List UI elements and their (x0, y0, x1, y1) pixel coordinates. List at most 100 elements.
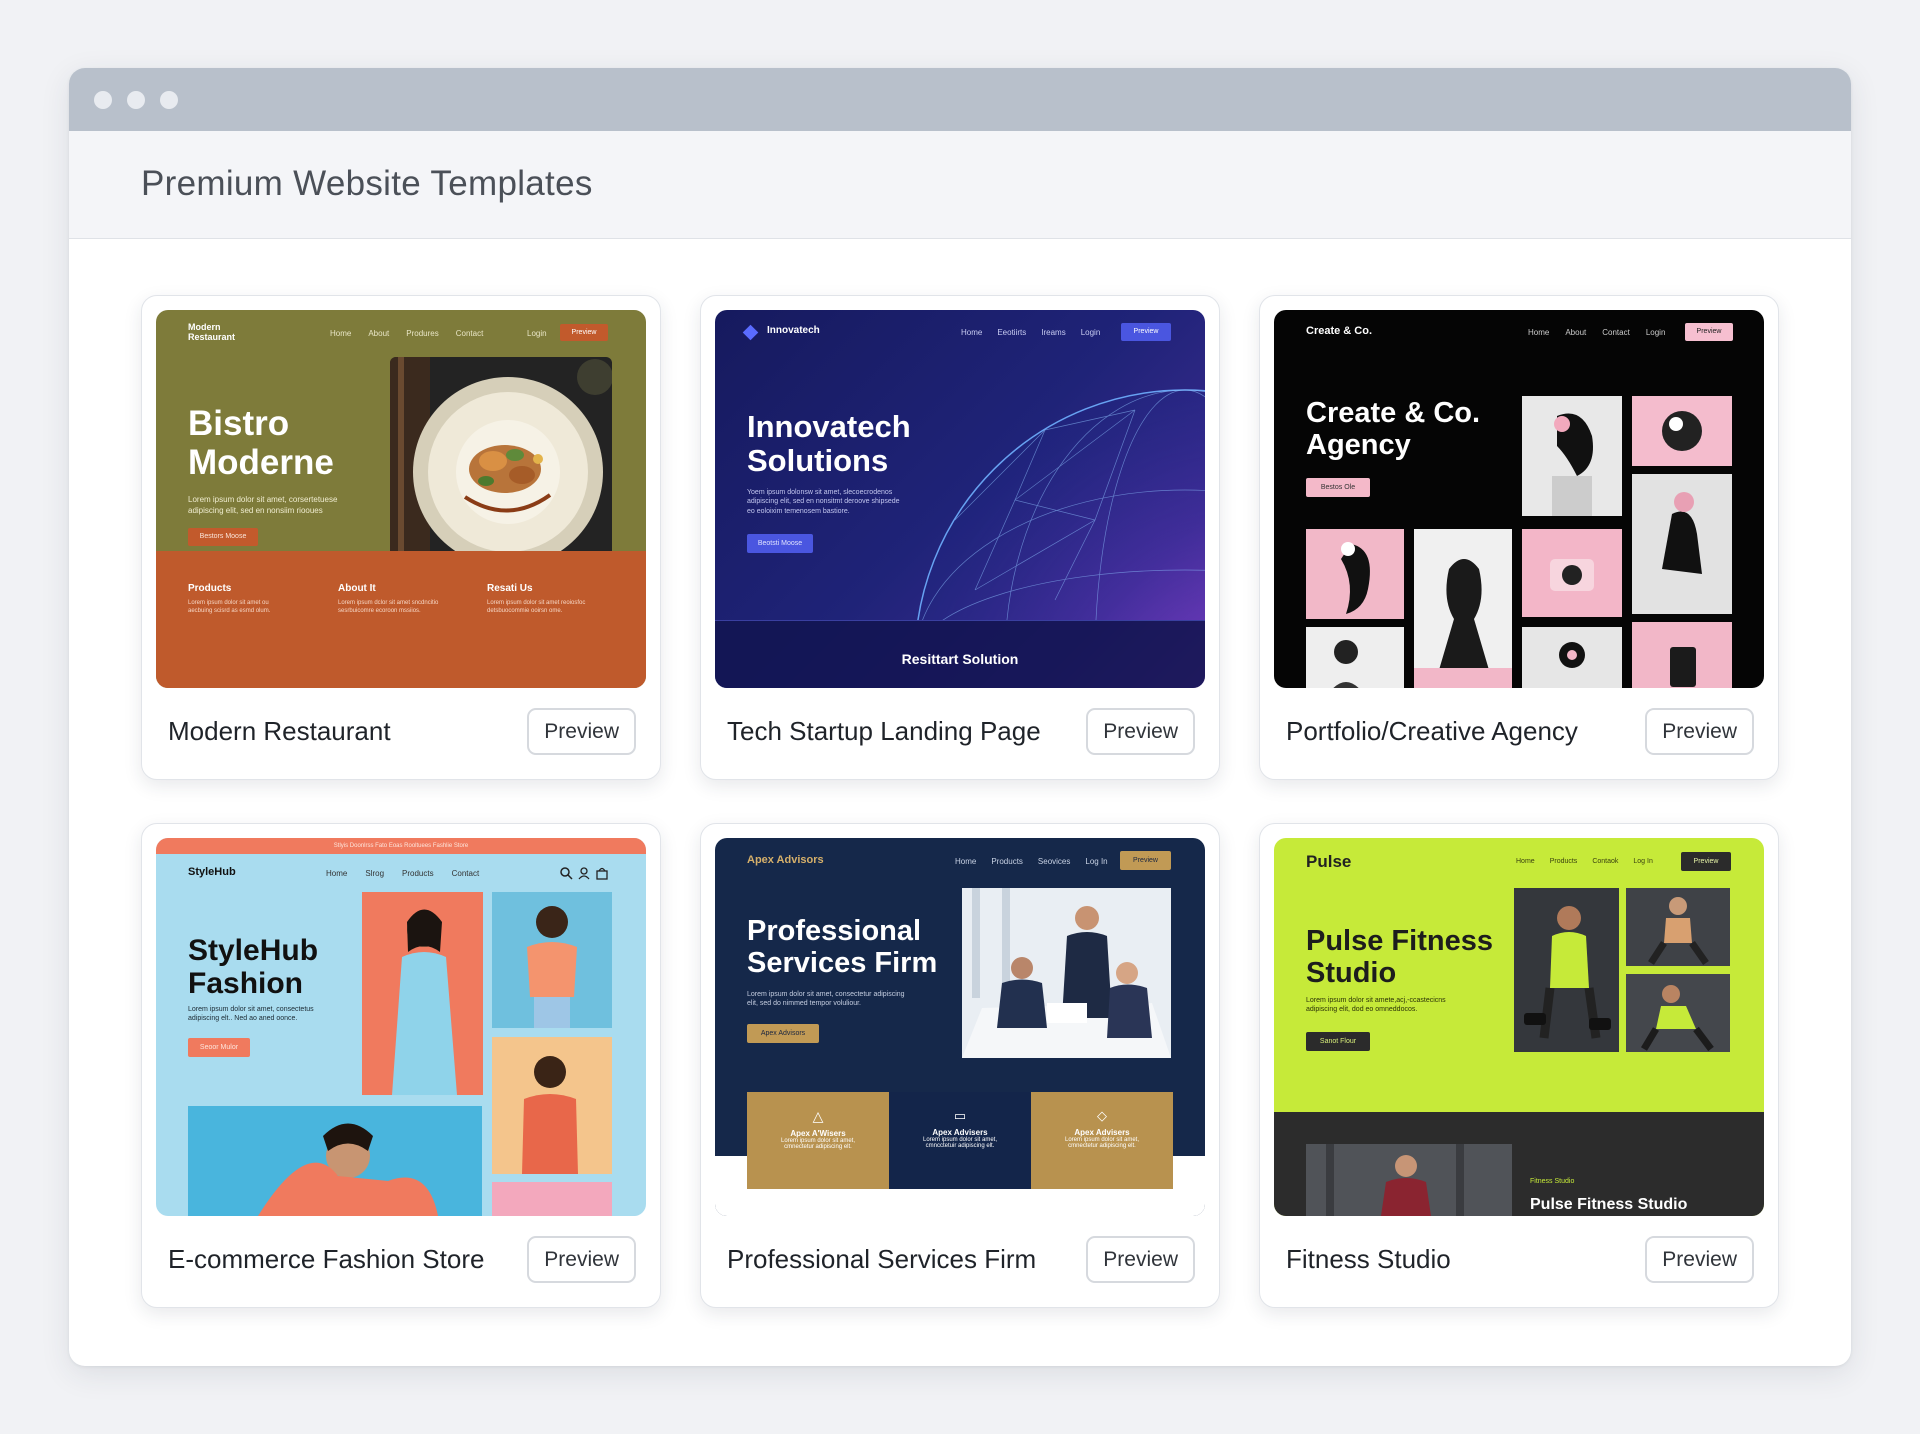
template-card-fashion-store[interactable]: Stlyis Doonlrss Fato Eoas Rooltuees Fash… (141, 823, 661, 1308)
meeting-photo (962, 888, 1171, 1058)
model-photo (492, 1037, 612, 1174)
hero-line: Fashion (188, 967, 304, 1000)
collage-photo (1414, 668, 1512, 688)
camera-illustration (1550, 559, 1594, 591)
figure-illustration (1333, 640, 1359, 688)
thumb-dark-section: Fitness Studio Pulse Fitness Studio (1274, 1112, 1764, 1216)
model-illustration (258, 1123, 438, 1216)
template-card-fitness-studio[interactable]: Pulse Home Products Contaok Log In Previ… (1259, 823, 1779, 1308)
hero-line: Innovatech (747, 409, 911, 444)
template-card-professional-services[interactable]: Apex Advisors Home Products Seovices Log… (700, 823, 1220, 1308)
thumb-hero-title: Create & Co. Agency (1306, 397, 1480, 462)
hero-line: StyleHub (188, 934, 319, 967)
collage-photo (1414, 529, 1512, 687)
thumb-brand: Create & Co. (1306, 325, 1373, 337)
template-thumbnail[interactable]: Apex Advisors Home Products Seovices Log… (715, 838, 1205, 1216)
window-dot-icon[interactable] (94, 91, 112, 109)
compass-icon: △ (812, 1108, 824, 1124)
thumb-nav-item: Log In (1085, 857, 1108, 866)
preview-button[interactable]: Preview (1645, 708, 1754, 755)
hero-line: Bistro (188, 404, 290, 443)
tile-title: Apex Advisers (932, 1128, 988, 1137)
card-title: Modern Restaurant (168, 716, 391, 746)
tile-line: cmnectetur adipiscing elt. (1068, 1143, 1136, 1149)
template-card-modern-restaurant[interactable]: Modern Restaurant Home About Produres Co… (141, 295, 661, 780)
thumb-cta: Preview (1685, 323, 1733, 341)
figure-illustration (1559, 642, 1585, 668)
template-thumbnail[interactable]: Pulse Home Products Contaok Log In Previ… (1274, 838, 1764, 1216)
collage-photo (1522, 529, 1622, 617)
sculpture-illustration (1662, 411, 1702, 451)
fitness-photo (1514, 888, 1619, 1052)
preview-button[interactable]: Preview (1086, 1236, 1195, 1283)
page-header: Premium Website Templates (69, 131, 1851, 239)
footer-line: sesrbuicomre ecoroon mssiios. (338, 608, 421, 615)
thumb-nav-item: Home (330, 329, 352, 338)
bag-illustration (1670, 647, 1696, 687)
preview-button[interactable]: Preview (527, 1236, 636, 1283)
thumb-brand: Innovatech (767, 325, 820, 336)
model-photo (188, 1106, 482, 1216)
hero-line: Solutions (747, 443, 889, 479)
collage-photo (1632, 396, 1732, 466)
preview-button[interactable]: Preview (1086, 708, 1195, 755)
thumb-lorem: Lorem ipsum dolor sit amet, consectetur … (747, 990, 905, 1009)
thumb-nav: Home Slrog Products Contact (326, 869, 479, 878)
thumb-brand: Apex Advisors (747, 854, 824, 866)
bust-illustration (1434, 559, 1494, 687)
model-illustration (392, 909, 457, 1095)
thumb-button: Beotsti Moose (747, 534, 813, 553)
tile-line: cmncctetuir adipiscing elt. (925, 1143, 995, 1149)
fitness-photo (1626, 888, 1730, 966)
thumb-nav-item: Contact (451, 869, 480, 878)
collage-photo (1632, 622, 1732, 688)
template-thumbnail[interactable]: Create & Co. Home About Contact Login Pr… (1274, 310, 1764, 688)
template-card-creative-agency[interactable]: Create & Co. Home About Contact Login Pr… (1259, 295, 1779, 780)
thumb-nav-item: Login (1645, 328, 1666, 337)
thumb-cta: Preview (1120, 851, 1171, 870)
collage-photo (1306, 627, 1404, 688)
window-dot-icon[interactable] (127, 91, 145, 109)
search-icon (560, 867, 573, 880)
service-tile: ◇ Apex Advisers Lorem ipsum dolor sit am… (1031, 1092, 1173, 1189)
footer-line: detsbuocommie ooirsn ome. (487, 608, 563, 615)
thumb-nav-item: Home (1528, 328, 1550, 337)
lorem-line: eo eoloixim temenosem bastiore. (747, 507, 850, 515)
document-icon: ◇ (1097, 1108, 1107, 1123)
model-illustration (522, 1056, 578, 1174)
thumb-brand: Pulse (1306, 852, 1352, 871)
window-dot-icon[interactable] (160, 91, 178, 109)
lorem-line: adipiscing elit, sed en nonsiim riooues (188, 505, 323, 515)
thumb-nav-item: Login (1080, 328, 1101, 337)
thumb-nav-item: Produres (406, 329, 439, 338)
preview-button[interactable]: Preview (1645, 1236, 1754, 1283)
sculpture-illustration (1552, 413, 1593, 516)
preview-button[interactable]: Preview (527, 708, 636, 755)
hero-line: Professional (747, 915, 922, 947)
thumb-cta: Preview (1681, 852, 1731, 871)
template-thumbnail[interactable]: Modern Restaurant Home About Produres Co… (156, 310, 646, 688)
thumb-nav-item: About (368, 329, 390, 338)
thumb-button: Bestos Ole (1306, 478, 1370, 497)
service-tile: ▭ Apex Advisers Lorem ipsum dolor sit am… (889, 1092, 1031, 1189)
lorem-line: Lorem ipsum dolor sit amet, consectetus (188, 1006, 314, 1013)
thumb-nav: Home Eeotiirts Ireams Login (961, 328, 1100, 337)
service-tile: △ Apex A'Wisers Lorem ipsum dolor sit am… (747, 1092, 889, 1189)
thumb-brand: Restaurant (188, 332, 236, 343)
template-card-tech-startup[interactable]: Innovatech Home Eeotiirts Ireams Login P… (700, 295, 1220, 780)
footer-line: Lorem ipsum dclor sit amet sncdncitio (338, 600, 439, 606)
thumb-nav-item: Contact (455, 329, 484, 338)
thumb-nav-item: Products (1549, 858, 1578, 865)
template-thumbnail[interactable]: Stlyis Doonlrss Fato Eoas Rooltuees Fash… (156, 838, 646, 1216)
tile-title: Apex A'Wisers (790, 1129, 846, 1138)
thumb-brand: Modern (188, 322, 221, 332)
lorem-line: adipiscing elit, dod eo omneddocos. (1306, 1006, 1418, 1014)
model-illustration (527, 906, 577, 1028)
template-thumbnail[interactable]: Innovatech Home Eeotiirts Ireams Login P… (715, 310, 1205, 688)
cart-icon (596, 867, 608, 880)
thumb-nav-item: Login (527, 329, 547, 338)
thumb-nav: Home Products Contaok Log In (1516, 858, 1653, 865)
thumb-nav-item: Eeotiirts (997, 328, 1027, 337)
thumb-cta: Preview (1121, 323, 1171, 341)
thumb-cta: Preview (560, 324, 608, 341)
